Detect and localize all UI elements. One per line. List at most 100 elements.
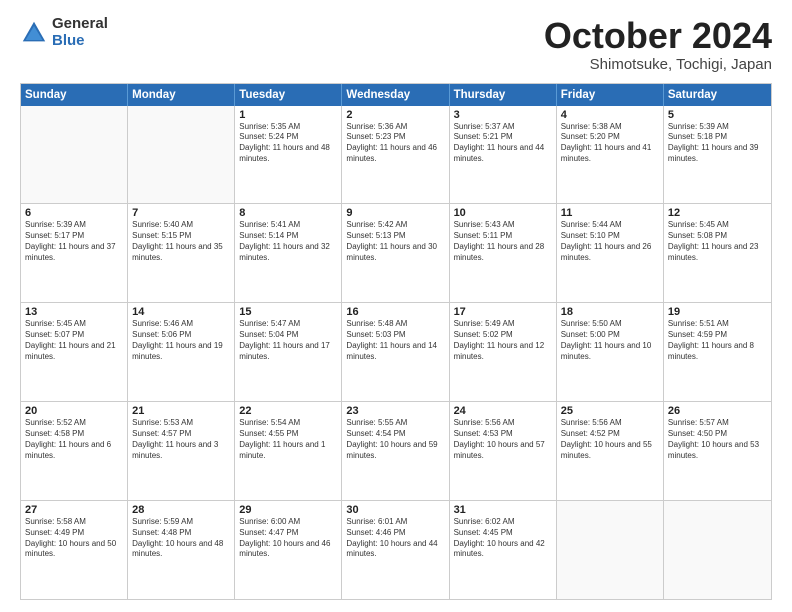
calendar-row-2: 6Sunrise: 5:39 AM Sunset: 5:17 PM Daylig…	[21, 203, 771, 302]
day-number: 31	[454, 504, 552, 516]
calendar-cell	[128, 106, 235, 204]
day-info: Sunrise: 5:53 AM Sunset: 4:57 PM Dayligh…	[132, 418, 230, 461]
calendar-cell: 4Sunrise: 5:38 AM Sunset: 5:20 PM Daylig…	[557, 106, 664, 204]
day-number: 24	[454, 405, 552, 417]
day-number: 3	[454, 109, 552, 121]
day-number: 21	[132, 405, 230, 417]
day-info: Sunrise: 5:58 AM Sunset: 4:49 PM Dayligh…	[25, 517, 123, 560]
calendar-cell: 23Sunrise: 5:55 AM Sunset: 4:54 PM Dayli…	[342, 402, 449, 500]
day-info: Sunrise: 5:45 AM Sunset: 5:08 PM Dayligh…	[668, 220, 767, 263]
calendar-cell: 31Sunrise: 6:02 AM Sunset: 4:45 PM Dayli…	[450, 501, 557, 599]
calendar-cell: 20Sunrise: 5:52 AM Sunset: 4:58 PM Dayli…	[21, 402, 128, 500]
day-number: 7	[132, 207, 230, 219]
calendar-cell	[21, 106, 128, 204]
calendar-cell: 8Sunrise: 5:41 AM Sunset: 5:14 PM Daylig…	[235, 204, 342, 302]
day-info: Sunrise: 5:48 AM Sunset: 5:03 PM Dayligh…	[346, 319, 444, 362]
day-number: 30	[346, 504, 444, 516]
day-info: Sunrise: 5:44 AM Sunset: 5:10 PM Dayligh…	[561, 220, 659, 263]
calendar-cell: 16Sunrise: 5:48 AM Sunset: 5:03 PM Dayli…	[342, 303, 449, 401]
calendar-cell: 6Sunrise: 5:39 AM Sunset: 5:17 PM Daylig…	[21, 204, 128, 302]
day-number: 26	[668, 405, 767, 417]
header-day-friday: Friday	[557, 84, 664, 106]
calendar-cell: 1Sunrise: 5:35 AM Sunset: 5:24 PM Daylig…	[235, 106, 342, 204]
day-number: 12	[668, 207, 767, 219]
calendar-cell: 22Sunrise: 5:54 AM Sunset: 4:55 PM Dayli…	[235, 402, 342, 500]
calendar-header: SundayMondayTuesdayWednesdayThursdayFrid…	[21, 84, 771, 106]
calendar-cell: 9Sunrise: 5:42 AM Sunset: 5:13 PM Daylig…	[342, 204, 449, 302]
day-info: Sunrise: 5:56 AM Sunset: 4:52 PM Dayligh…	[561, 418, 659, 461]
day-number: 29	[239, 504, 337, 516]
calendar-cell: 10Sunrise: 5:43 AM Sunset: 5:11 PM Dayli…	[450, 204, 557, 302]
day-number: 5	[668, 109, 767, 121]
day-number: 18	[561, 306, 659, 318]
header-day-sunday: Sunday	[21, 84, 128, 106]
day-number: 23	[346, 405, 444, 417]
header-day-thursday: Thursday	[450, 84, 557, 106]
calendar-cell: 11Sunrise: 5:44 AM Sunset: 5:10 PM Dayli…	[557, 204, 664, 302]
calendar-cell: 25Sunrise: 5:56 AM Sunset: 4:52 PM Dayli…	[557, 402, 664, 500]
day-info: Sunrise: 5:46 AM Sunset: 5:06 PM Dayligh…	[132, 319, 230, 362]
day-info: Sunrise: 5:52 AM Sunset: 4:58 PM Dayligh…	[25, 418, 123, 461]
header-day-saturday: Saturday	[664, 84, 771, 106]
day-info: Sunrise: 5:49 AM Sunset: 5:02 PM Dayligh…	[454, 319, 552, 362]
calendar-cell: 7Sunrise: 5:40 AM Sunset: 5:15 PM Daylig…	[128, 204, 235, 302]
day-info: Sunrise: 5:57 AM Sunset: 4:50 PM Dayligh…	[668, 418, 767, 461]
day-info: Sunrise: 5:42 AM Sunset: 5:13 PM Dayligh…	[346, 220, 444, 263]
title-location: Shimotsuke, Tochigi, Japan	[544, 56, 772, 73]
day-info: Sunrise: 5:51 AM Sunset: 4:59 PM Dayligh…	[668, 319, 767, 362]
calendar-cell: 29Sunrise: 6:00 AM Sunset: 4:47 PM Dayli…	[235, 501, 342, 599]
day-info: Sunrise: 5:43 AM Sunset: 5:11 PM Dayligh…	[454, 220, 552, 263]
day-number: 10	[454, 207, 552, 219]
day-info: Sunrise: 6:01 AM Sunset: 4:46 PM Dayligh…	[346, 517, 444, 560]
calendar-cell: 12Sunrise: 5:45 AM Sunset: 5:08 PM Dayli…	[664, 204, 771, 302]
day-number: 2	[346, 109, 444, 121]
day-number: 6	[25, 207, 123, 219]
logo-text: General Blue	[52, 16, 108, 49]
calendar-cell: 30Sunrise: 6:01 AM Sunset: 4:46 PM Dayli…	[342, 501, 449, 599]
calendar-cell: 28Sunrise: 5:59 AM Sunset: 4:48 PM Dayli…	[128, 501, 235, 599]
calendar-cell: 26Sunrise: 5:57 AM Sunset: 4:50 PM Dayli…	[664, 402, 771, 500]
title-block: October 2024 Shimotsuke, Tochigi, Japan	[544, 16, 772, 73]
day-info: Sunrise: 6:02 AM Sunset: 4:45 PM Dayligh…	[454, 517, 552, 560]
calendar-cell: 3Sunrise: 5:37 AM Sunset: 5:21 PM Daylig…	[450, 106, 557, 204]
day-number: 25	[561, 405, 659, 417]
day-number: 28	[132, 504, 230, 516]
day-number: 8	[239, 207, 337, 219]
header-day-tuesday: Tuesday	[235, 84, 342, 106]
calendar-cell	[664, 501, 771, 599]
day-info: Sunrise: 5:38 AM Sunset: 5:20 PM Dayligh…	[561, 122, 659, 165]
day-number: 1	[239, 109, 337, 121]
day-number: 14	[132, 306, 230, 318]
calendar-row-4: 20Sunrise: 5:52 AM Sunset: 4:58 PM Dayli…	[21, 401, 771, 500]
calendar-cell	[557, 501, 664, 599]
day-info: Sunrise: 6:00 AM Sunset: 4:47 PM Dayligh…	[239, 517, 337, 560]
calendar-row-3: 13Sunrise: 5:45 AM Sunset: 5:07 PM Dayli…	[21, 302, 771, 401]
calendar-row-5: 27Sunrise: 5:58 AM Sunset: 4:49 PM Dayli…	[21, 500, 771, 599]
calendar-cell: 24Sunrise: 5:56 AM Sunset: 4:53 PM Dayli…	[450, 402, 557, 500]
day-info: Sunrise: 5:59 AM Sunset: 4:48 PM Dayligh…	[132, 517, 230, 560]
header-day-monday: Monday	[128, 84, 235, 106]
day-info: Sunrise: 5:55 AM Sunset: 4:54 PM Dayligh…	[346, 418, 444, 461]
calendar-cell: 15Sunrise: 5:47 AM Sunset: 5:04 PM Dayli…	[235, 303, 342, 401]
calendar-cell: 14Sunrise: 5:46 AM Sunset: 5:06 PM Dayli…	[128, 303, 235, 401]
logo-blue-label: Blue	[52, 33, 108, 50]
day-number: 20	[25, 405, 123, 417]
title-month: October 2024	[544, 16, 772, 56]
day-number: 11	[561, 207, 659, 219]
day-info: Sunrise: 5:50 AM Sunset: 5:00 PM Dayligh…	[561, 319, 659, 362]
day-info: Sunrise: 5:40 AM Sunset: 5:15 PM Dayligh…	[132, 220, 230, 263]
calendar-cell: 19Sunrise: 5:51 AM Sunset: 4:59 PM Dayli…	[664, 303, 771, 401]
day-number: 13	[25, 306, 123, 318]
day-info: Sunrise: 5:39 AM Sunset: 5:18 PM Dayligh…	[668, 122, 767, 165]
day-info: Sunrise: 5:41 AM Sunset: 5:14 PM Dayligh…	[239, 220, 337, 263]
calendar-cell: 5Sunrise: 5:39 AM Sunset: 5:18 PM Daylig…	[664, 106, 771, 204]
day-number: 4	[561, 109, 659, 121]
calendar-cell: 17Sunrise: 5:49 AM Sunset: 5:02 PM Dayli…	[450, 303, 557, 401]
calendar-cell: 18Sunrise: 5:50 AM Sunset: 5:00 PM Dayli…	[557, 303, 664, 401]
day-info: Sunrise: 5:39 AM Sunset: 5:17 PM Dayligh…	[25, 220, 123, 263]
header-day-wednesday: Wednesday	[342, 84, 449, 106]
day-number: 15	[239, 306, 337, 318]
logo-general-label: General	[52, 16, 108, 33]
calendar-row-1: 1Sunrise: 5:35 AM Sunset: 5:24 PM Daylig…	[21, 106, 771, 204]
day-info: Sunrise: 5:47 AM Sunset: 5:04 PM Dayligh…	[239, 319, 337, 362]
